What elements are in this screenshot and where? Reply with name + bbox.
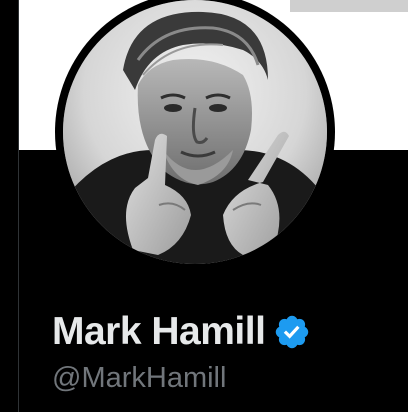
verified-badge-icon[interactable] <box>273 313 311 351</box>
display-name-row: Mark Hamill <box>52 308 311 356</box>
profile-photo <box>63 0 327 264</box>
display-name: Mark Hamill <box>52 310 266 353</box>
banner-edge <box>290 0 408 12</box>
column-border <box>0 0 19 412</box>
user-handle: @MarkHamill <box>52 362 227 394</box>
avatar[interactable] <box>63 0 327 264</box>
